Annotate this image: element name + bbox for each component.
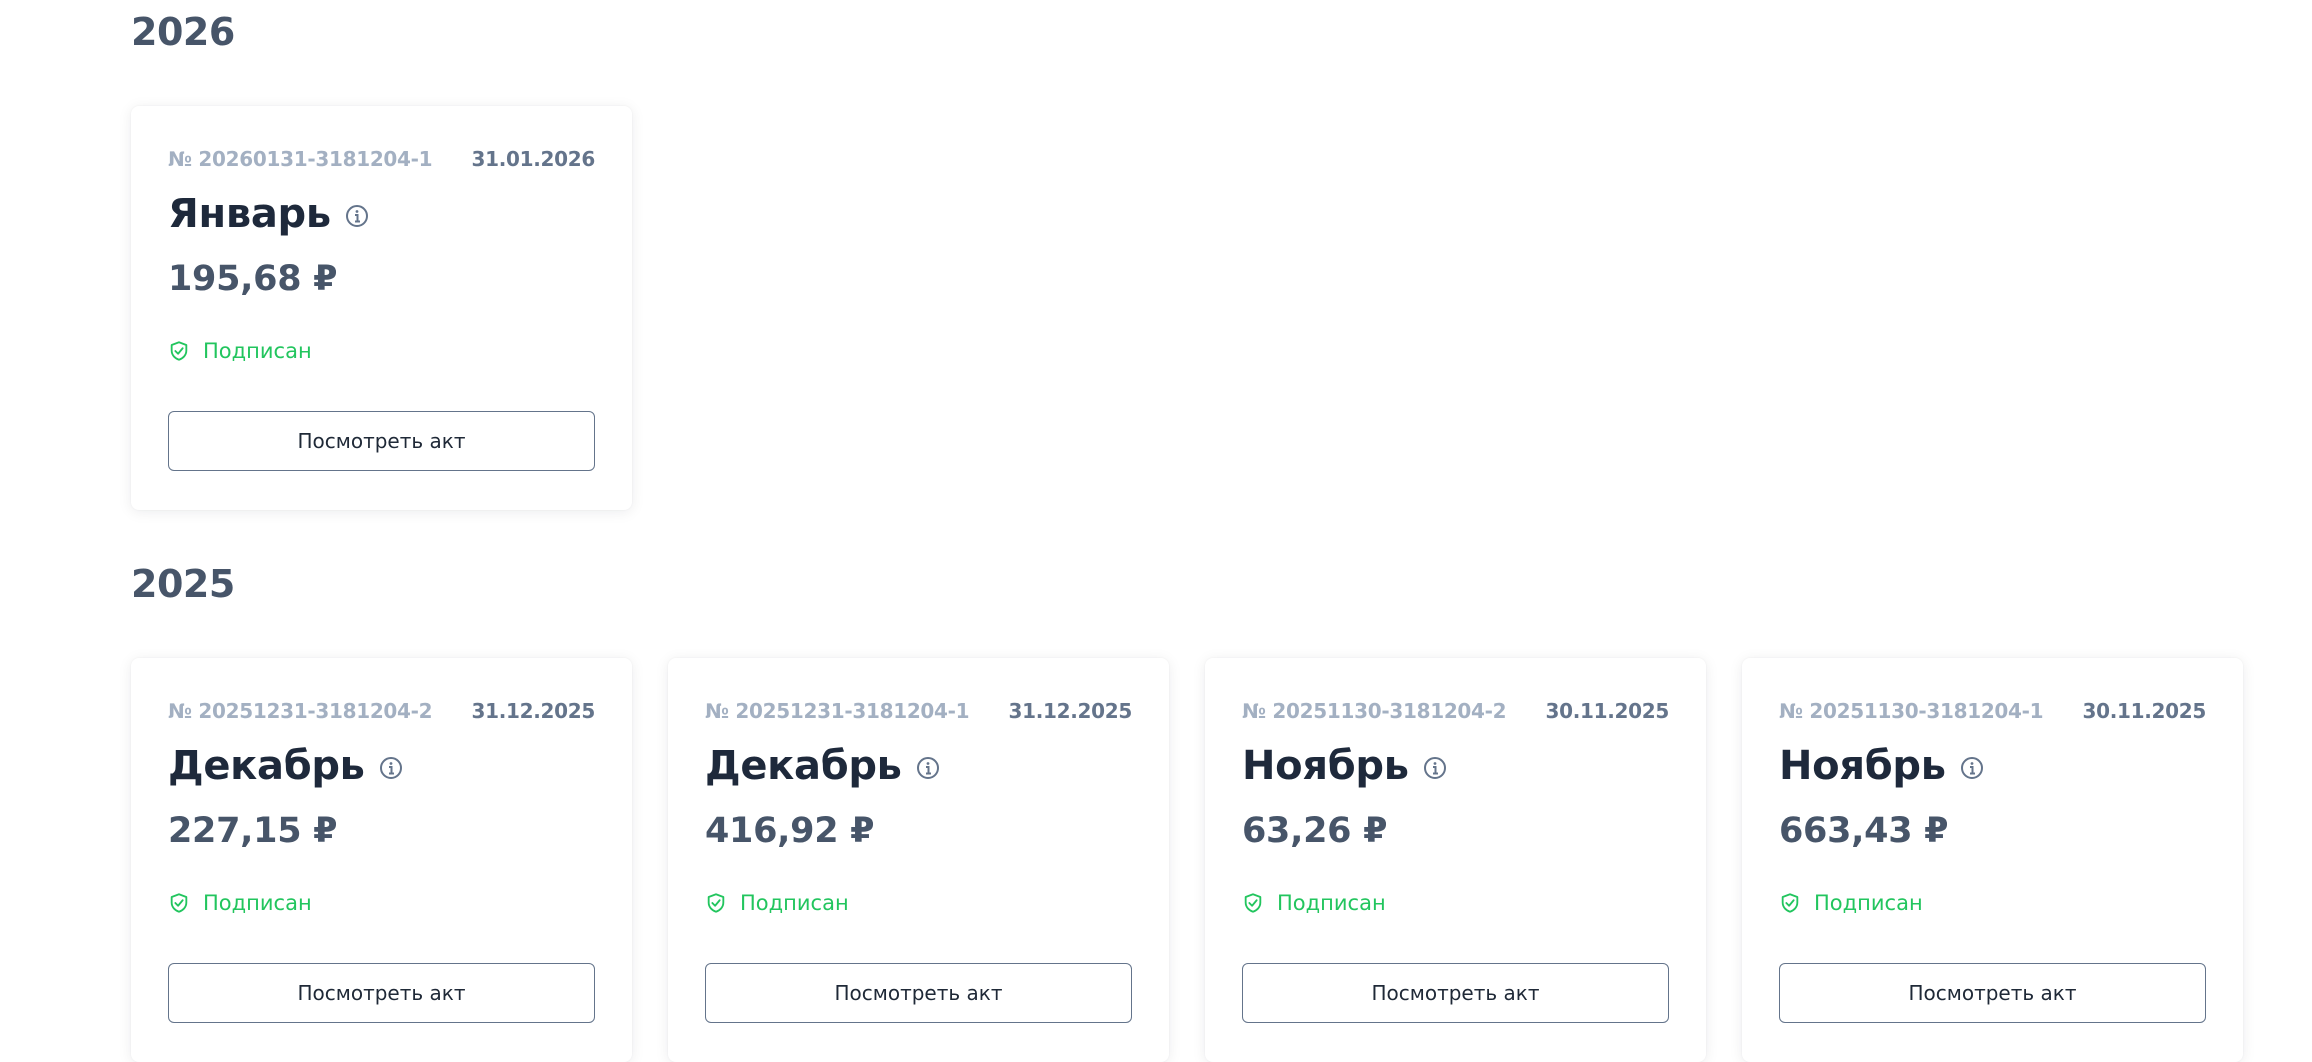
year-section-2026: 2026 № 20260131-3181204-1 31.01.2026 Янв… bbox=[131, 0, 632, 510]
status-label: Подписан bbox=[203, 891, 312, 915]
act-card: № 20251231-3181204-1 31.12.2025 Декабрь … bbox=[668, 658, 1169, 1062]
act-card: № 20251231-3181204-2 31.12.2025 Декабрь … bbox=[131, 658, 632, 1062]
card-title: Январь bbox=[168, 186, 595, 242]
shield-check-icon bbox=[707, 893, 725, 913]
act-number: № 20251231-3181204-1 bbox=[705, 699, 970, 723]
card-title: Ноябрь bbox=[1242, 738, 1669, 794]
info-icon[interactable] bbox=[1960, 756, 1984, 780]
card-header: № 20260131-3181204-1 31.01.2026 bbox=[168, 142, 595, 176]
view-act-button[interactable]: Посмотреть акт bbox=[1242, 963, 1669, 1023]
card-title: Ноябрь bbox=[1779, 738, 2206, 794]
cards-row: № 20260131-3181204-1 31.01.2026 Январь 1… bbox=[131, 106, 632, 510]
year-section-2025: 2025 № 20251231-3181204-2 31.12.2025 Дек… bbox=[131, 552, 2243, 1062]
shield-check-icon bbox=[1781, 893, 1799, 913]
act-status: Подписан bbox=[168, 886, 595, 920]
act-number: № 20251130-3181204-2 bbox=[1242, 699, 1507, 723]
act-month: Ноябрь bbox=[1779, 743, 1946, 789]
act-card: № 20251130-3181204-1 30.11.2025 Ноябрь 6… bbox=[1742, 658, 2243, 1062]
info-icon[interactable] bbox=[1423, 756, 1447, 780]
act-date: 31.12.2025 bbox=[1008, 699, 1132, 723]
act-date: 31.12.2025 bbox=[471, 699, 595, 723]
act-status: Подписан bbox=[168, 334, 595, 368]
act-status: Подписан bbox=[1779, 886, 2206, 920]
act-date: 30.11.2025 bbox=[2082, 699, 2206, 723]
act-amount: 416,92 ₽ bbox=[705, 811, 875, 851]
act-amount: 63,26 ₽ bbox=[1242, 811, 1388, 851]
act-card: № 20251130-3181204-2 30.11.2025 Ноябрь 6… bbox=[1205, 658, 1706, 1062]
shield-check-icon bbox=[1244, 893, 1262, 913]
shield-check-icon bbox=[170, 893, 188, 913]
act-amount: 195,68 ₽ bbox=[168, 259, 338, 299]
act-date: 31.01.2026 bbox=[471, 147, 595, 171]
act-month: Январь bbox=[168, 191, 331, 237]
status-label: Подписан bbox=[203, 339, 312, 363]
card-header: № 20251130-3181204-1 30.11.2025 bbox=[1779, 694, 2206, 728]
act-card: № 20260131-3181204-1 31.01.2026 Январь 1… bbox=[131, 106, 632, 510]
shield-check-icon bbox=[170, 341, 188, 361]
card-title: Декабрь bbox=[705, 738, 1132, 794]
status-label: Подписан bbox=[1814, 891, 1923, 915]
card-header: № 20251231-3181204-1 31.12.2025 bbox=[705, 694, 1132, 728]
year-heading: 2025 bbox=[131, 562, 235, 606]
act-status: Подписан bbox=[1242, 886, 1669, 920]
year-heading: 2026 bbox=[131, 10, 235, 54]
act-number: № 20251231-3181204-2 bbox=[168, 699, 433, 723]
act-number: № 20251130-3181204-1 bbox=[1779, 699, 2044, 723]
act-month: Ноябрь bbox=[1242, 743, 1409, 789]
act-month: Декабрь bbox=[168, 743, 365, 789]
act-amount: 227,15 ₽ bbox=[168, 811, 338, 851]
status-label: Подписан bbox=[740, 891, 849, 915]
view-act-button[interactable]: Посмотреть акт bbox=[705, 963, 1132, 1023]
cards-row: № 20251231-3181204-2 31.12.2025 Декабрь … bbox=[131, 658, 2243, 1062]
info-icon[interactable] bbox=[916, 756, 940, 780]
info-icon[interactable] bbox=[379, 756, 403, 780]
act-number: № 20260131-3181204-1 bbox=[168, 147, 433, 171]
view-act-button[interactable]: Посмотреть акт bbox=[1779, 963, 2206, 1023]
view-act-button[interactable]: Посмотреть акт bbox=[168, 411, 595, 471]
act-status: Подписан bbox=[705, 886, 1132, 920]
act-amount: 663,43 ₽ bbox=[1779, 811, 1949, 851]
act-month: Декабрь bbox=[705, 743, 902, 789]
card-header: № 20251130-3181204-2 30.11.2025 bbox=[1242, 694, 1669, 728]
act-date: 30.11.2025 bbox=[1545, 699, 1669, 723]
status-label: Подписан bbox=[1277, 891, 1386, 915]
view-act-button[interactable]: Посмотреть акт bbox=[168, 963, 595, 1023]
card-title: Декабрь bbox=[168, 738, 595, 794]
info-icon[interactable] bbox=[345, 204, 369, 228]
card-header: № 20251231-3181204-2 31.12.2025 bbox=[168, 694, 595, 728]
